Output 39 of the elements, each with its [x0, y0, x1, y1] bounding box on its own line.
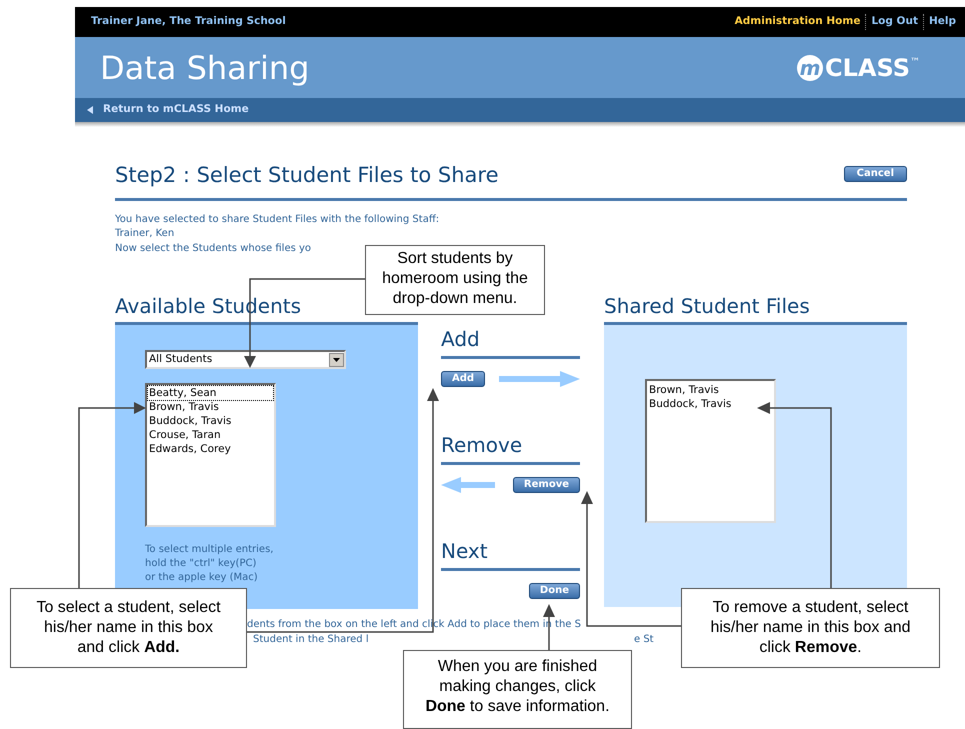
student-option[interactable]: Buddock, Travis	[649, 397, 772, 411]
student-option[interactable]: Crouse, Taran	[148, 428, 273, 442]
top-link[interactable]: Administration Home	[730, 14, 866, 30]
intro-text: Trainer, Ken	[115, 227, 176, 241]
logo-text: CLASS	[825, 54, 910, 80]
step-title: Step2 : Select Student Files to Share	[115, 162, 499, 189]
student-option[interactable]: Brown, Travis	[649, 383, 772, 397]
return-link[interactable]: Return to mCLASS Home	[103, 102, 249, 118]
action-heading: Add	[441, 326, 580, 359]
logo-mark: m	[797, 54, 824, 80]
callout-box: When you are finished making changes, click Done to save information.	[403, 650, 632, 729]
hint-text: To select multiple entries,	[145, 543, 274, 557]
intro-text: You have selected to share Student Files with the following Staff:	[115, 212, 440, 226]
top-link[interactable]: Log Out	[865, 14, 923, 30]
page-title: Data Sharing	[100, 48, 310, 88]
hint-text: or the apple key (Mac)	[145, 571, 259, 585]
student-option[interactable]: Buddock, Travis	[148, 414, 273, 428]
top-link[interactable]: Help	[922, 14, 961, 30]
students-listbox[interactable]: Beatty, Sean Brown, Travis Buddock, Travis Crouse, Taran Edwards, Corey	[145, 383, 276, 527]
intro-text: Now select the Students whose files yo	[115, 242, 312, 256]
shared-listbox[interactable]: Brown, Travis Buddock, Travis	[645, 379, 776, 523]
user-name: Trainer Jane, The Training School	[91, 14, 286, 30]
left-triangle-icon	[87, 106, 93, 114]
left-arrow-icon	[441, 477, 495, 493]
action-heading: Next	[441, 538, 580, 571]
trademark: ™	[910, 56, 920, 70]
callout-box: To remove a student, select his/her name in this box and click Remove.	[681, 588, 940, 668]
action-heading: Remove	[441, 432, 580, 465]
student-option[interactable]: Edwards, Corey	[148, 442, 273, 456]
instruction-text: e St	[634, 633, 654, 647]
instruction-text: Student in the Shared l	[253, 633, 370, 647]
callout-box: Sort students by homeroom using the drop-down menu.	[365, 245, 545, 315]
student-option[interactable]: Beatty, Sean	[148, 386, 273, 400]
student-option[interactable]: Brown, Travis	[148, 400, 273, 414]
right-arrow-icon	[499, 371, 580, 387]
callout-box: To select a student, select his/her name in this box and click Add.	[10, 588, 247, 668]
leader-line	[543, 604, 555, 650]
hint-text: hold the "ctrl" key(PC)	[145, 557, 258, 571]
homeroom-dropdown[interactable]: All Students	[145, 350, 346, 369]
